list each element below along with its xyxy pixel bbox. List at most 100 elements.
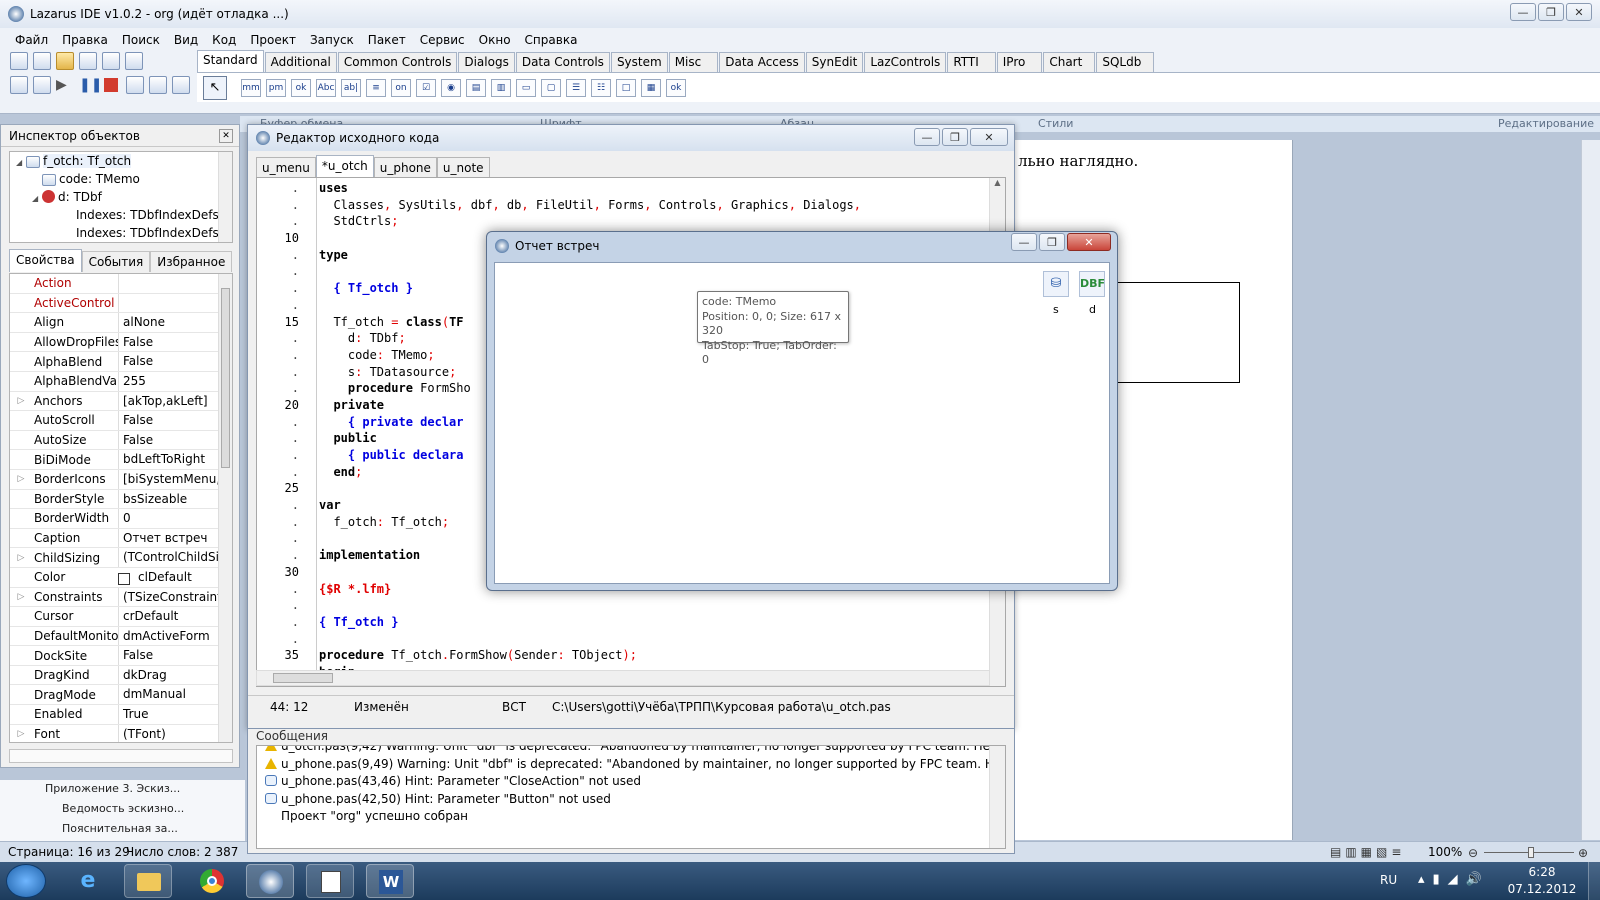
menu-run[interactable]: Запуск bbox=[303, 30, 361, 50]
property-row[interactable]: Cursor crDefault bbox=[10, 607, 218, 627]
message-line[interactable]: u_otch.pas(9,42) Warning: Unit "dbf" is … bbox=[257, 746, 1005, 756]
menu-code[interactable]: Код bbox=[205, 30, 243, 50]
palette-tab-misc[interactable]: Misc bbox=[668, 52, 719, 72]
editor-title-bar[interactable]: Редактор исходного кода — ❐ ✕ bbox=[248, 125, 1014, 151]
menu-project[interactable]: Проект bbox=[243, 30, 303, 50]
property-value[interactable]: False bbox=[118, 332, 218, 352]
component-combobox-icon[interactable]: ▥ bbox=[491, 78, 511, 97]
nav-item[interactable]: Пояснительная за... bbox=[62, 822, 178, 835]
menu-edit[interactable]: Правка bbox=[55, 30, 115, 50]
property-row[interactable]: AutoSize False bbox=[10, 430, 218, 451]
component-edit-icon[interactable]: ab| bbox=[341, 78, 361, 97]
taskbar-explorer[interactable] bbox=[124, 864, 172, 898]
component-listbox-icon[interactable]: ▤ bbox=[466, 78, 486, 97]
palette-tab-dialogs[interactable]: Dialogs bbox=[458, 52, 515, 72]
pause-icon[interactable]: ❚❚ bbox=[79, 76, 102, 94]
property-row[interactable]: BiDiMode bdLeftToRight bbox=[10, 450, 218, 470]
editor-minimize-button[interactable]: — bbox=[914, 128, 940, 146]
component-checkbox-icon[interactable]: ☑ bbox=[416, 78, 436, 97]
component-panel-icon[interactable]: □ bbox=[616, 78, 636, 97]
form-client-area[interactable]: ⛁ s DBF d code: TMemo Position: 0, 0; Si… bbox=[494, 262, 1110, 584]
expand-icon[interactable]: ▷ bbox=[10, 396, 32, 406]
tree-scrollbar[interactable] bbox=[218, 152, 232, 242]
message-line[interactable]: u_phone.pas(43,46) Hint: Parameter "Clos… bbox=[257, 773, 1005, 791]
palette-tab-system[interactable]: System bbox=[610, 52, 668, 72]
property-value[interactable]: bsSizeable bbox=[118, 489, 218, 509]
status-page[interactable]: Страница: 16 из 29 bbox=[8, 845, 130, 859]
tab-u-menu[interactable]: u_menu bbox=[256, 157, 316, 178]
property-value[interactable]: False bbox=[118, 411, 218, 430]
property-row[interactable]: Align alNone bbox=[10, 313, 218, 333]
form-minimize-button[interactable]: — bbox=[1011, 233, 1037, 251]
message-line[interactable]: u_phone.pas(42,50) Hint: Parameter "Butt… bbox=[257, 791, 1005, 809]
palette-tab-synedit[interactable]: SynEdit bbox=[805, 52, 864, 72]
property-row[interactable]: ▷ BorderIcons [biSystemMenu,b bbox=[10, 469, 218, 490]
open-icon[interactable] bbox=[56, 52, 74, 70]
view-forms-icon[interactable] bbox=[33, 76, 51, 94]
palette-tab-chart[interactable]: Chart bbox=[1043, 52, 1096, 72]
property-row[interactable]: AutoScroll False bbox=[10, 411, 218, 431]
property-row[interactable]: DragKind dkDrag bbox=[10, 665, 218, 686]
component-button-icon[interactable]: ok bbox=[291, 78, 311, 97]
maximize-button[interactable]: ❐ bbox=[1538, 3, 1564, 21]
code-horizontal-scrollbar[interactable] bbox=[256, 670, 990, 686]
menu-help[interactable]: Справка bbox=[518, 30, 585, 50]
property-value[interactable]: [biSystemMenu,b bbox=[118, 469, 218, 489]
taskbar-word[interactable]: W bbox=[366, 864, 414, 898]
palette-tab-ipro[interactable]: IPro bbox=[996, 52, 1043, 72]
new-form-icon[interactable] bbox=[33, 52, 51, 70]
view-buttons[interactable]: ▤▥▦▧≡ bbox=[1330, 845, 1405, 859]
inspector-title-bar[interactable]: Инспектор объектов ✕ bbox=[1, 125, 239, 147]
form-close-button[interactable]: ✕ bbox=[1067, 233, 1111, 251]
property-value[interactable] bbox=[118, 293, 218, 313]
property-value[interactable]: False bbox=[118, 646, 218, 665]
tree-node[interactable]: ◢ f_otch: Tf_otch bbox=[16, 154, 132, 168]
nav-item[interactable]: Ведомость эскизно... bbox=[62, 802, 184, 815]
datasource-component[interactable]: ⛁ bbox=[1043, 271, 1069, 297]
property-row[interactable]: DockSite False bbox=[10, 646, 218, 666]
palette-tab-lazcontrols[interactable]: LazControls bbox=[864, 52, 947, 72]
taskbar-ie[interactable]: e bbox=[64, 864, 112, 898]
form-title-bar[interactable]: Отчет встреч — ❐ ✕ bbox=[487, 232, 1117, 260]
new-unit-icon[interactable] bbox=[10, 52, 28, 70]
zoom-slider[interactable]: ⊖ ⊕ bbox=[1468, 846, 1588, 860]
editor-maximize-button[interactable]: ❐ bbox=[942, 128, 968, 146]
property-value[interactable]: True bbox=[118, 705, 218, 724]
property-scrollbar[interactable] bbox=[218, 274, 232, 742]
editor-close-button[interactable]: ✕ bbox=[970, 128, 1008, 146]
property-value[interactable]: False bbox=[118, 352, 218, 371]
expand-icon[interactable]: ▷ bbox=[10, 553, 32, 563]
expand-icon[interactable]: ▷ bbox=[10, 474, 32, 484]
property-row[interactable]: Enabled True bbox=[10, 705, 218, 725]
language-indicator[interactable]: RU bbox=[1380, 873, 1397, 887]
component-checkgroup-icon[interactable]: ☷ bbox=[591, 78, 611, 97]
property-value[interactable] bbox=[118, 274, 218, 293]
clock-date[interactable]: 07.12.2012 bbox=[1502, 882, 1582, 896]
property-value[interactable]: False bbox=[118, 430, 218, 450]
property-value[interactable]: clDefault bbox=[134, 568, 218, 587]
expand-icon[interactable]: ▷ bbox=[10, 729, 32, 739]
taskbar-app[interactable] bbox=[306, 864, 354, 898]
form-maximize-button[interactable]: ❐ bbox=[1039, 233, 1065, 251]
palette-tab-sqldb[interactable]: SQLdb bbox=[1096, 52, 1155, 72]
component-radiobutton-icon[interactable]: ◉ bbox=[441, 78, 461, 97]
property-value[interactable]: dmActiveForm bbox=[118, 626, 218, 646]
component-scrollbar-icon[interactable]: ▭ bbox=[516, 78, 536, 97]
property-value[interactable]: 255 bbox=[118, 371, 218, 391]
minimize-button[interactable]: — bbox=[1510, 3, 1536, 21]
property-value[interactable]: (TControlChildSi bbox=[118, 548, 218, 567]
start-button[interactable] bbox=[6, 864, 46, 898]
property-row[interactable]: BorderStyle bsSizeable bbox=[10, 489, 218, 510]
save-all-icon[interactable] bbox=[102, 52, 120, 70]
save-icon[interactable] bbox=[79, 52, 97, 70]
zoom-level[interactable]: 100% bbox=[1428, 845, 1462, 859]
step-over-icon[interactable] bbox=[149, 76, 167, 94]
word-scrollbar[interactable] bbox=[1581, 140, 1600, 840]
property-row[interactable]: ▷ Font (TFont) bbox=[10, 724, 218, 742]
menu-tools[interactable]: Сервис bbox=[413, 30, 472, 50]
message-line[interactable]: Проект "org" успешно собран bbox=[257, 808, 1005, 826]
property-row[interactable]: AlphaBlend False bbox=[10, 352, 218, 372]
view-units-icon[interactable] bbox=[10, 76, 28, 94]
stop-icon[interactable] bbox=[104, 78, 118, 92]
property-value[interactable]: [akTop,akLeft] bbox=[118, 391, 218, 411]
